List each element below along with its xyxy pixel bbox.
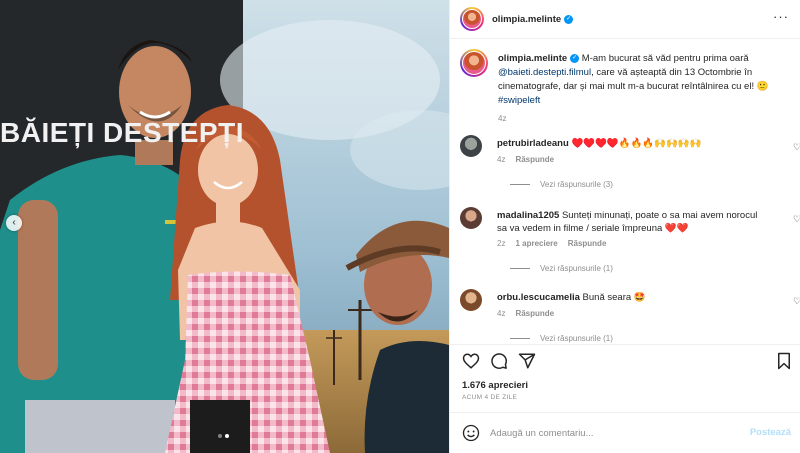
carousel-prev-button[interactable]: ‹: [6, 215, 22, 231]
caption-text: olimpia.melinte ✓ M-am bucurat să văd pen…: [498, 52, 786, 126]
comment-reply-button[interactable]: Răspunde: [568, 239, 607, 248]
view-replies-button[interactable]: Vezi răspunsurile (3): [510, 180, 613, 189]
replies-divider: [510, 268, 530, 269]
post-photo: BĂIEȚI DESTEPȚI ‹: [0, 0, 449, 453]
verified-badge-icon: ✓: [570, 53, 580, 63]
author-username[interactable]: olimpia.melinte: [492, 14, 561, 25]
share-icon[interactable]: [518, 352, 536, 370]
commenter-avatar[interactable]: [460, 289, 482, 311]
heart-icon[interactable]: [462, 352, 480, 370]
comment-reply-button[interactable]: Răspunde: [515, 155, 554, 164]
caption-mention-link[interactable]: @baieti.destepti.filmul: [498, 67, 591, 78]
carousel-dots: [218, 434, 229, 438]
carousel-dot: [218, 434, 222, 438]
bookmark-icon[interactable]: [775, 352, 793, 370]
commenter-avatar[interactable]: [460, 207, 482, 229]
comment-likes-count[interactable]: 1 apreciere: [515, 239, 557, 248]
post-side-panel: olimpia.melinte ✓ ··· olimpia.melinte ✓ M…: [449, 0, 800, 453]
caption-author-avatar[interactable]: [460, 49, 488, 77]
comment-like-heart-icon[interactable]: ♡: [793, 143, 800, 152]
comment-meta: 2z 1 apreciere Răspunde: [497, 239, 606, 248]
comment-age[interactable]: 4z: [497, 309, 505, 318]
comment-body: orbu.lescucamelia Bună seara 🤩: [497, 291, 767, 304]
author-avatar[interactable]: [460, 7, 484, 31]
comment-meta: 4z Răspunde: [497, 155, 554, 164]
add-comment-bar: Postează: [450, 412, 800, 453]
comment-body: petrubirladeanu ♥️♥️♥️♥️🔥🔥🔥🙌🙌🙌🙌: [497, 137, 767, 150]
view-replies-label[interactable]: Vezi răspunsurile (3): [540, 180, 613, 189]
view-replies-button[interactable]: Vezi răspunsurile (1): [510, 334, 613, 343]
likes-count[interactable]: 1.676 aprecieri: [462, 380, 528, 391]
replies-divider: [510, 338, 530, 339]
photo-scene: [0, 0, 449, 453]
comments-scroll-area[interactable]: olimpia.melinte ✓ M-am bucurat să văd pen…: [450, 40, 800, 343]
post-actions-bar: [450, 344, 800, 374]
more-options-icon[interactable]: ···: [773, 10, 789, 23]
caption-age[interactable]: 4z: [498, 112, 786, 126]
emoji-icon[interactable]: [462, 424, 480, 442]
comment-text: Bună seara 🤩: [582, 292, 646, 303]
comment-icon[interactable]: [490, 352, 508, 370]
comment-meta: 4z Răspunde: [497, 309, 554, 318]
comment-body: madalina1205 Sunteți minunați, poate o s…: [497, 209, 767, 235]
view-replies-label[interactable]: Vezi răspunsurile (1): [540, 334, 613, 343]
view-replies-label[interactable]: Vezi răspunsurile (1): [540, 264, 613, 273]
comment-username[interactable]: petrubirladeanu: [497, 138, 569, 149]
post-header: olimpia.melinte ✓ ···: [450, 0, 800, 39]
carousel-dot-active: [225, 434, 229, 438]
comment-reply-button[interactable]: Răspunde: [515, 309, 554, 318]
comment-like-heart-icon[interactable]: ♡: [793, 297, 800, 306]
comment-age[interactable]: 2z: [497, 239, 505, 248]
caption-text-part: M-am bucurat să văd pentru prima oară: [579, 53, 749, 64]
view-replies-button[interactable]: Vezi răspunsurile (1): [510, 264, 613, 273]
verified-badge-icon: ✓: [564, 14, 574, 24]
post-timestamp[interactable]: ACUM 4 DE ZILE: [462, 394, 517, 401]
commenter-avatar[interactable]: [460, 135, 482, 157]
comment-input[interactable]: [490, 425, 740, 441]
comment-username[interactable]: orbu.lescucamelia: [497, 292, 580, 303]
caption-username[interactable]: olimpia.melinte: [498, 53, 567, 64]
comment-text: ♥️♥️♥️♥️🔥🔥🔥🙌🙌🙌🙌: [571, 138, 702, 149]
replies-divider: [510, 184, 530, 185]
caption-hashtag-link[interactable]: #swipeleft: [498, 95, 540, 106]
comment-username[interactable]: madalina1205: [497, 210, 559, 221]
comment-age[interactable]: 4z: [497, 155, 505, 164]
post-comment-button[interactable]: Postează: [750, 427, 791, 438]
poster-title: BĂIEȚI DESTEPȚI: [0, 117, 244, 148]
comment-like-heart-icon[interactable]: ♡: [793, 215, 800, 224]
